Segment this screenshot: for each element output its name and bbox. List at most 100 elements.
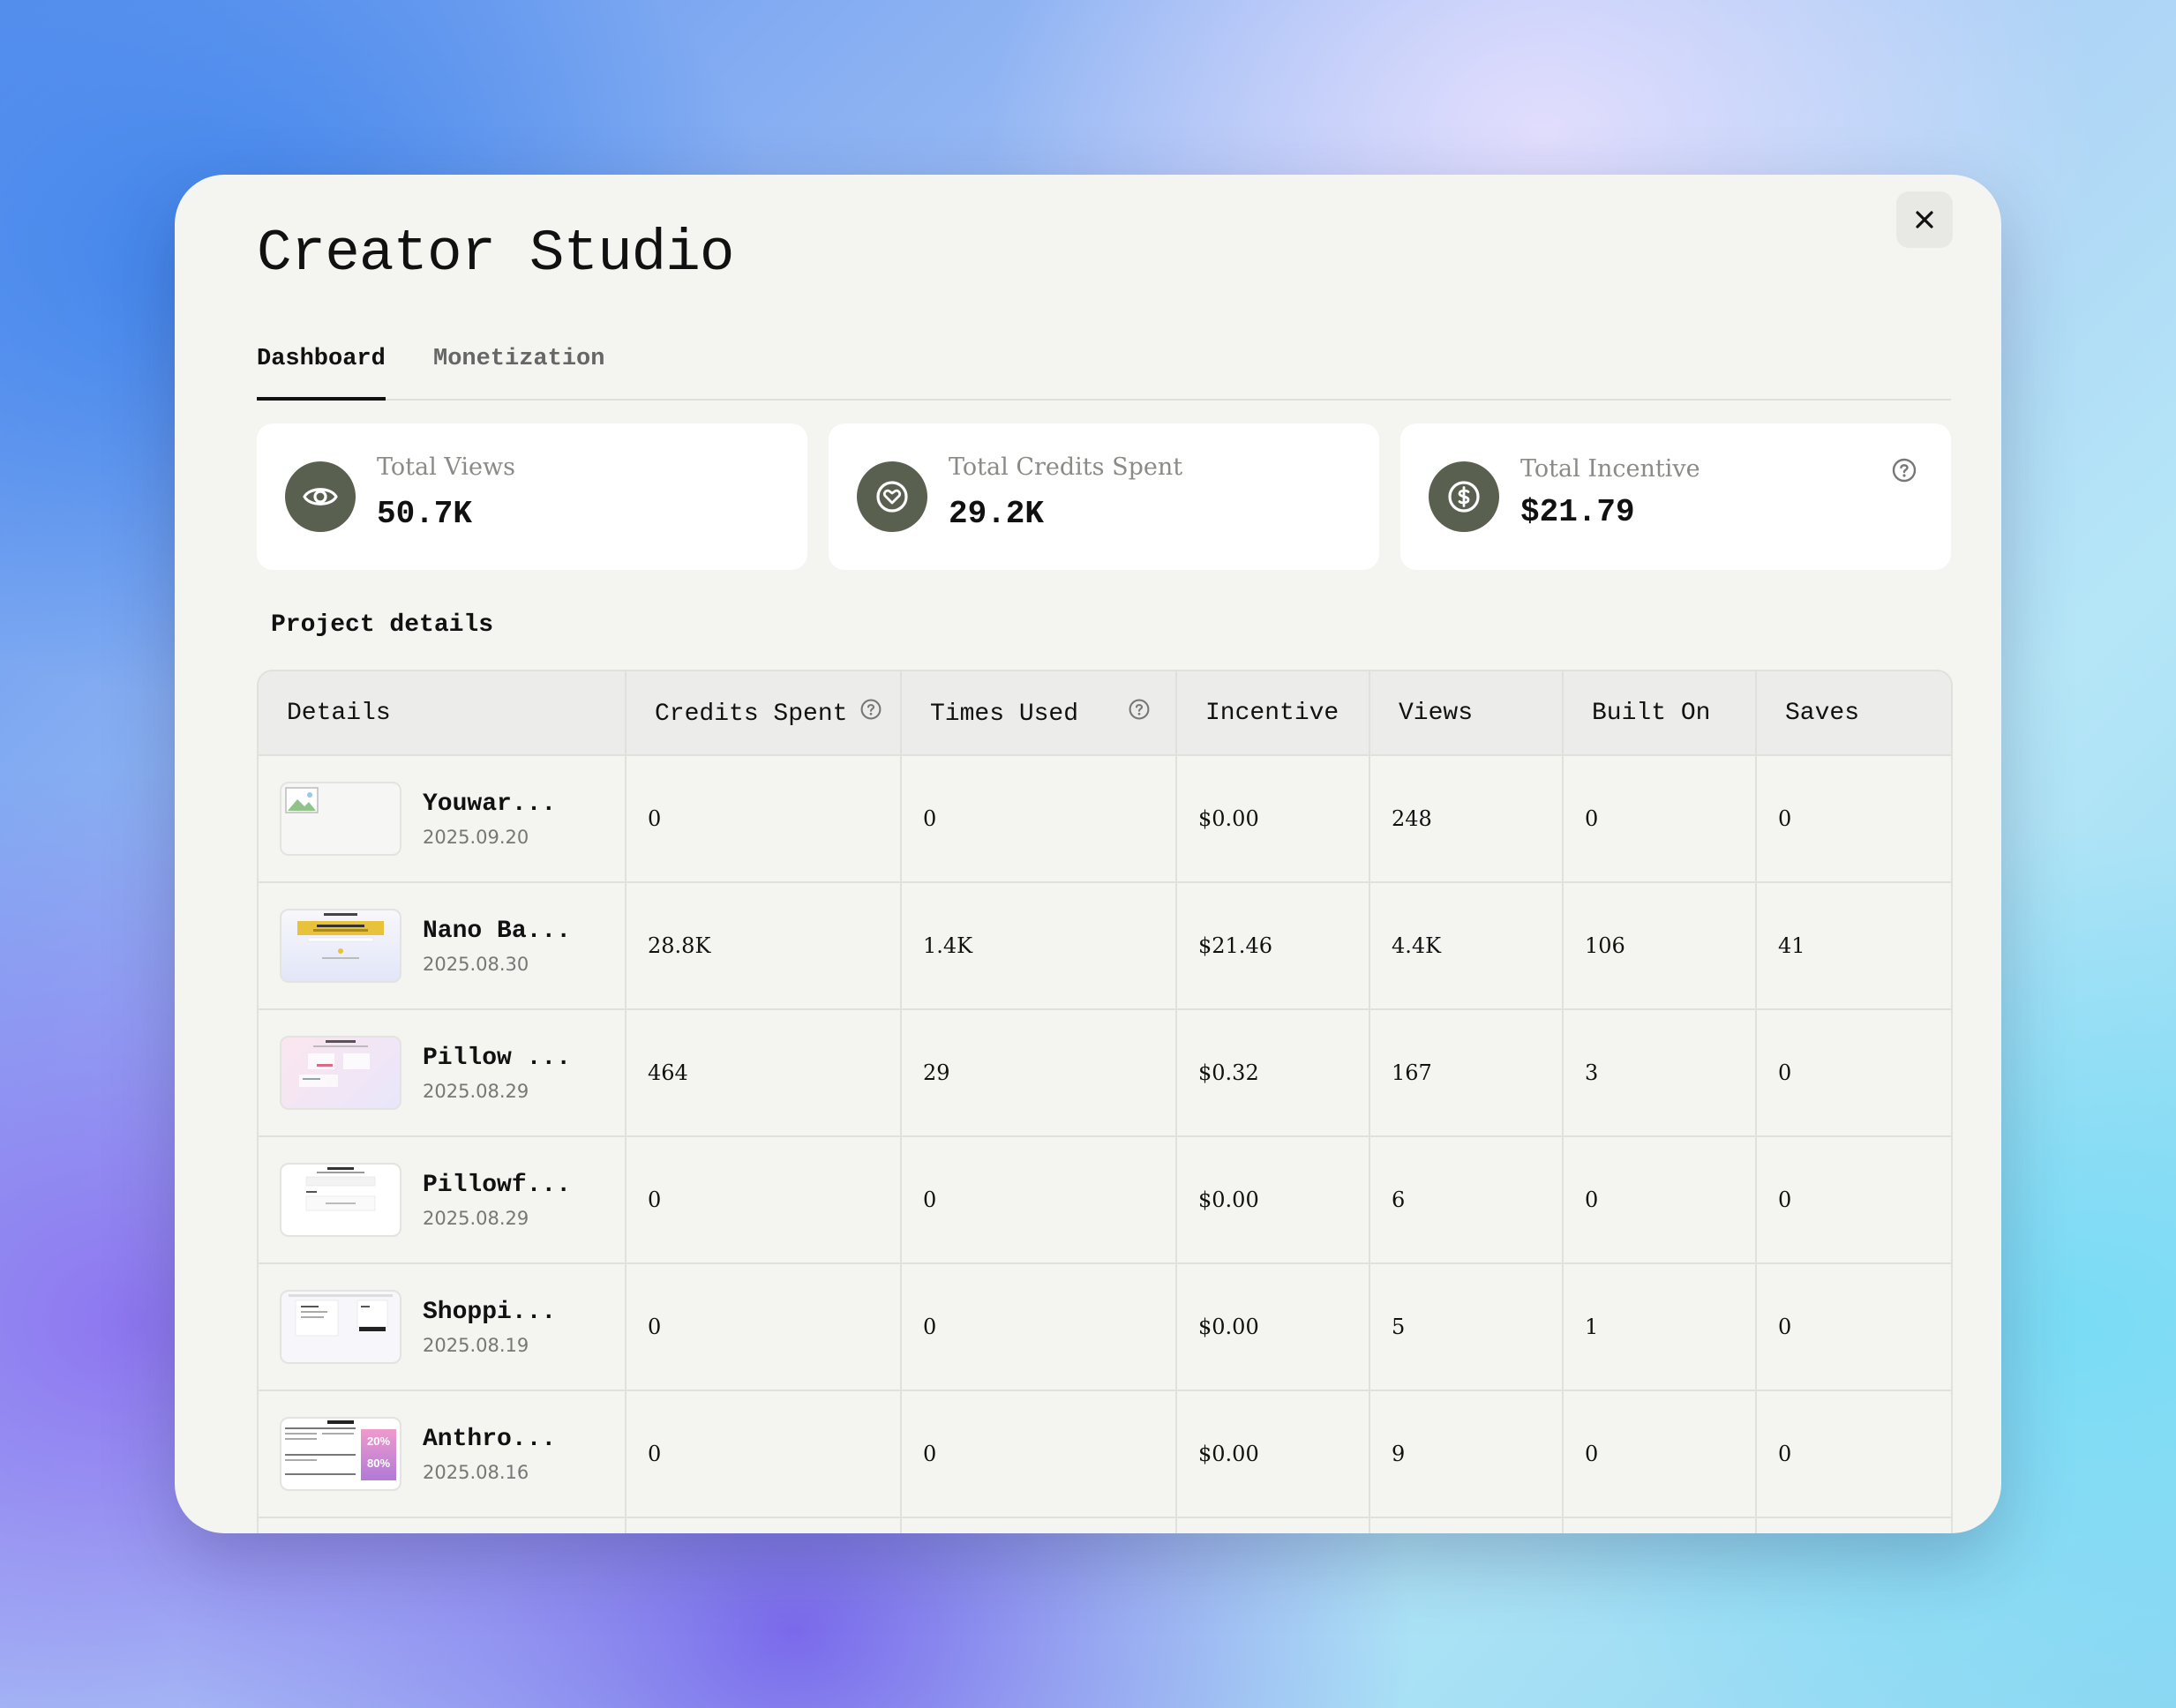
incentive-cell: $0.32 bbox=[1176, 1009, 1370, 1137]
built-on-cell bbox=[1563, 1517, 1757, 1533]
close-button[interactable] bbox=[1896, 191, 1953, 248]
detail-cell: Nano Ba... 2025.08.30 bbox=[259, 882, 627, 1010]
credits-cell: 0 bbox=[626, 755, 902, 883]
detail-cell: Youwar... 2025.09.20 bbox=[259, 755, 627, 883]
incentive-cell: $0.00 bbox=[1176, 1136, 1370, 1264]
saves-cell: 0 bbox=[1756, 1390, 1951, 1518]
help-icon[interactable] bbox=[859, 698, 882, 729]
times-used-cell bbox=[901, 1517, 1177, 1533]
thumbnail-preview-image: 20% 80% bbox=[285, 1420, 396, 1480]
times-used-cell: 29 bbox=[901, 1009, 1177, 1137]
views-cell: 9 bbox=[1369, 1390, 1564, 1518]
detail-cell: Pillowf... 2025.08.29 bbox=[259, 1136, 627, 1264]
project-date: 2025.08.29 bbox=[423, 1207, 529, 1229]
stat-label: Total Views bbox=[377, 453, 515, 481]
project-name[interactable]: Youwar... bbox=[423, 790, 556, 818]
stat-value: 29.2K bbox=[949, 496, 1045, 532]
diamond-heart-icon bbox=[857, 461, 927, 532]
help-icon[interactable] bbox=[1891, 457, 1917, 483]
broken-image-icon bbox=[285, 787, 319, 813]
credits-cell: 0 bbox=[626, 1263, 902, 1391]
built-on-cell: 0 bbox=[1563, 1390, 1757, 1518]
stat-value: 50.7K bbox=[377, 496, 473, 532]
project-name[interactable]: Pillowf... bbox=[423, 1172, 571, 1199]
credits-cell: 0 bbox=[626, 1390, 902, 1518]
project-name[interactable]: Shoppi... bbox=[423, 1299, 556, 1326]
project-name[interactable]: Anthro... bbox=[423, 1426, 556, 1453]
project-date: 2025.08.30 bbox=[423, 953, 529, 975]
project-date: 2025.08.29 bbox=[423, 1080, 529, 1102]
creator-studio-modal: Creator Studio Dashboard Monetization To… bbox=[175, 175, 2001, 1533]
promo-text: 80% bbox=[367, 1457, 390, 1470]
project-thumbnail[interactable] bbox=[280, 1290, 401, 1364]
project-table: Details Credits Spent Times Used Incenti… bbox=[257, 670, 1953, 1533]
column-header-views: Views bbox=[1369, 671, 1564, 756]
thumbnail-preview-image bbox=[289, 1294, 393, 1337]
project-thumbnail[interactable]: 20% 80% bbox=[280, 1417, 401, 1491]
built-on-cell: 0 bbox=[1563, 1136, 1757, 1264]
tab-bar: Dashboard Monetization bbox=[257, 348, 1951, 401]
project-date: 2025.09.20 bbox=[423, 826, 529, 848]
times-used-cell: 0 bbox=[901, 1136, 1177, 1264]
project-thumbnail[interactable] bbox=[280, 909, 401, 983]
saves-cell: 41 bbox=[1756, 882, 1951, 1010]
views-cell: 6 bbox=[1369, 1136, 1564, 1264]
promo-text: 20% bbox=[367, 1435, 390, 1448]
saves-cell: 0 bbox=[1756, 1263, 1951, 1391]
column-header-incentive: Incentive bbox=[1176, 671, 1370, 756]
table-header-row: Details Credits Spent Times Used Incenti… bbox=[259, 671, 1951, 756]
project-date: 2025.08.16 bbox=[423, 1461, 529, 1483]
saves-cell: 0 bbox=[1756, 755, 1951, 883]
column-header-saves: Saves bbox=[1756, 671, 1951, 756]
project-name[interactable]: Nano Ba... bbox=[423, 918, 571, 945]
table-row[interactable]: Pillowf... 2025.08.29 0 0 $0.00 6 0 0 bbox=[259, 1136, 1951, 1264]
column-header-built-on: Built On bbox=[1563, 671, 1757, 756]
project-thumbnail[interactable] bbox=[280, 1163, 401, 1237]
project-thumbnail[interactable] bbox=[280, 1036, 401, 1110]
page-title: Creator Studio bbox=[257, 221, 734, 287]
stat-label: Total Credits Spent bbox=[949, 453, 1183, 481]
table-row[interactable]: Pillow ... 2025.08.29 464 29 $0.32 167 3… bbox=[259, 1009, 1951, 1137]
stat-value: $21.79 bbox=[1520, 494, 1635, 530]
saves-cell: 0 bbox=[1756, 1009, 1951, 1137]
table-row[interactable]: 20% 80% Anthro... 2025.08.16 0 0 $0.00 9… bbox=[259, 1390, 1951, 1518]
saves-cell: 0 bbox=[1756, 1136, 1951, 1264]
tab-monetization[interactable]: Monetization bbox=[433, 348, 604, 399]
eye-icon bbox=[285, 461, 356, 532]
views-cell: 4.4K bbox=[1369, 882, 1564, 1010]
incentive-cell: $21.46 bbox=[1176, 882, 1370, 1010]
times-used-cell: 0 bbox=[901, 1263, 1177, 1391]
table-row[interactable]: Nano Ba... 2025.08.30 28.8K 1.4K $21.46 … bbox=[259, 882, 1951, 1010]
help-icon[interactable] bbox=[1128, 698, 1151, 729]
tab-dashboard[interactable]: Dashboard bbox=[257, 348, 386, 401]
built-on-cell: 106 bbox=[1563, 882, 1757, 1010]
stats-cards: Total Views 50.7K Total Credits Spent 29… bbox=[257, 423, 1951, 570]
detail-cell: Pillow ... 2025.08.29 bbox=[259, 1009, 627, 1137]
times-used-cell: 1.4K bbox=[901, 882, 1177, 1010]
times-used-cell: 0 bbox=[901, 1390, 1177, 1518]
views-cell: 248 bbox=[1369, 755, 1564, 883]
incentive-cell: $0.00 bbox=[1176, 755, 1370, 883]
stat-card-total-incentive: Total Incentive $21.79 bbox=[1400, 423, 1951, 570]
views-cell: 5 bbox=[1369, 1263, 1564, 1391]
detail-cell: Shoppi... 2025.08.19 bbox=[259, 1263, 627, 1391]
close-icon bbox=[1916, 211, 1933, 228]
project-name[interactable]: Pillow ... bbox=[423, 1045, 571, 1072]
dollar-circle-icon bbox=[1429, 461, 1499, 532]
incentive-cell: $0.00 bbox=[1176, 1263, 1370, 1391]
project-thumbnail[interactable] bbox=[280, 782, 401, 856]
column-header-credits-spent: Credits Spent bbox=[626, 671, 902, 756]
table-row[interactable]: Shoppi... 2025.08.19 0 0 $0.00 5 1 0 bbox=[259, 1263, 1951, 1391]
thumbnail-preview-image bbox=[297, 913, 384, 959]
incentive-cell bbox=[1176, 1517, 1370, 1533]
table-row[interactable] bbox=[259, 1517, 1951, 1533]
project-date: 2025.08.19 bbox=[423, 1334, 529, 1356]
credits-cell: 0 bbox=[626, 1136, 902, 1264]
credits-cell: 28.8K bbox=[626, 882, 902, 1010]
built-on-cell: 3 bbox=[1563, 1009, 1757, 1137]
incentive-cell: $0.00 bbox=[1176, 1390, 1370, 1518]
detail-cell: 20% 80% Anthro... 2025.08.16 bbox=[259, 1390, 627, 1518]
built-on-cell: 0 bbox=[1563, 755, 1757, 883]
table-row[interactable]: Youwar... 2025.09.20 0 0 $0.00 248 0 0 bbox=[259, 755, 1951, 883]
detail-cell bbox=[259, 1517, 627, 1533]
